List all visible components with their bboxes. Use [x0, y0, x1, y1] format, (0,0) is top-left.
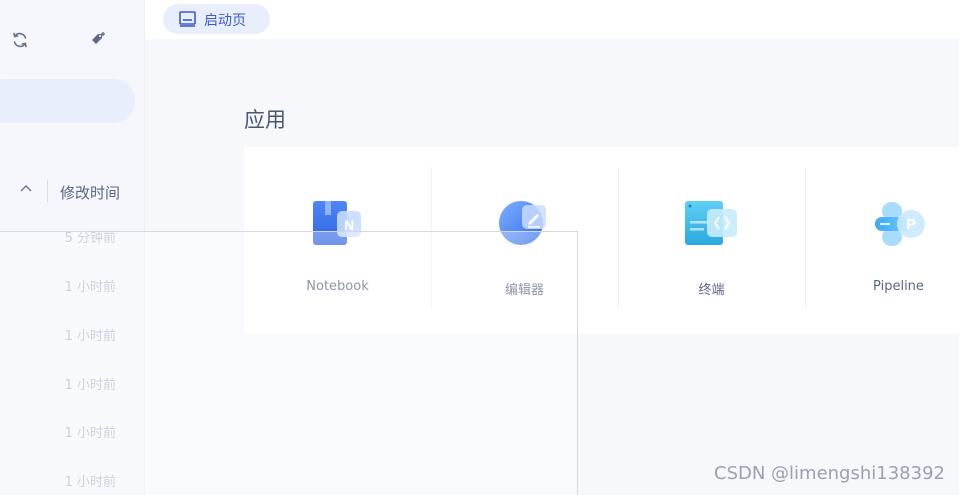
tab-bar: 启动页	[145, 0, 959, 39]
sort-divider	[47, 180, 48, 202]
section-title: 应用	[244, 108, 286, 132]
file-search-pill[interactable]	[0, 79, 135, 123]
chevron-up-icon[interactable]	[18, 181, 34, 197]
launcher-icon	[179, 11, 196, 27]
tag-plus-icon[interactable]	[90, 31, 108, 49]
tab-launcher[interactable]: 启动页	[163, 4, 270, 34]
watermark: CSDN @limengshi138392	[714, 463, 945, 484]
app-tile-terminal[interactable]: 终端	[618, 147, 805, 334]
terminal-icon	[685, 197, 739, 251]
tab-label: 启动页	[204, 13, 246, 29]
app-label: Pipeline	[873, 279, 924, 294]
app-label: 终端	[698, 283, 725, 298]
refresh-icon[interactable]	[11, 31, 29, 49]
app-tile-pipeline[interactable]: P Pipeline	[805, 147, 959, 334]
overlay-panel	[0, 231, 578, 495]
sort-by-modified-label[interactable]: 修改时间	[60, 182, 120, 203]
svg-text:P: P	[906, 216, 916, 233]
pipeline-icon: P	[872, 197, 926, 251]
